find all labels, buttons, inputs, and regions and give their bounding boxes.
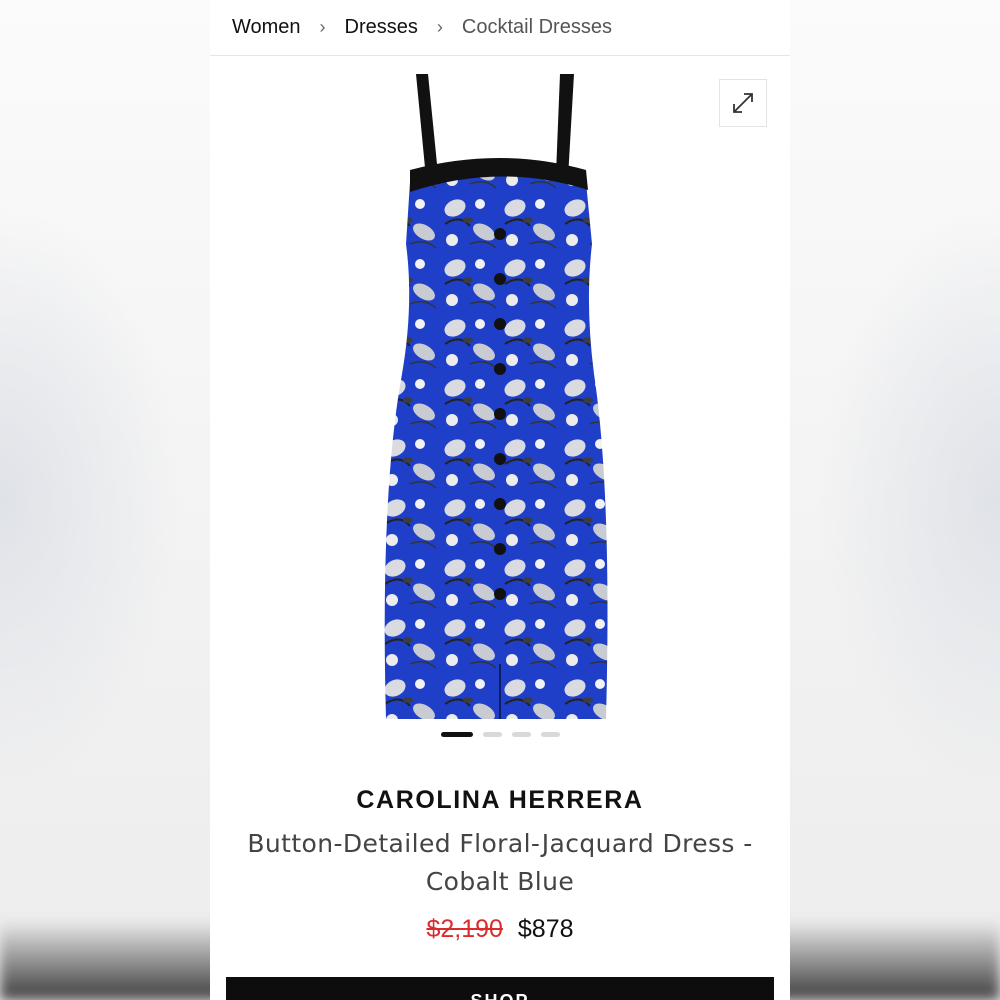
breadcrumb: Women › Dresses › Cocktail Dresses — [210, 0, 790, 56]
carousel-dot-active[interactable] — [440, 732, 473, 737]
carousel-dots — [210, 732, 790, 737]
breadcrumb-women[interactable]: Women — [232, 16, 301, 39]
chevron-right-icon: › — [436, 17, 443, 37]
product-image-gallery[interactable] — [210, 56, 790, 746]
product-card: Women › Dresses › Cocktail Dresses CAROL… — [210, 0, 790, 1000]
expand-arrows-icon — [733, 93, 753, 113]
price-block: $2,190 $878 — [210, 915, 790, 944]
carousel-dot[interactable] — [482, 732, 502, 737]
carousel-dot[interactable] — [540, 732, 560, 737]
dress-image[interactable] — [380, 74, 620, 724]
shop-button[interactable]: SHOP — [226, 977, 774, 1000]
breadcrumb-dresses[interactable]: Dresses — [345, 16, 418, 39]
carousel-dot[interactable] — [511, 732, 531, 737]
chevron-right-icon: › — [319, 17, 326, 37]
product-title: Button-Detailed Floral-Jacquard Dress - … — [247, 829, 753, 896]
sale-price: $878 — [517, 915, 574, 943]
expand-image-button[interactable] — [719, 79, 767, 127]
breadcrumb-cocktail-dresses[interactable]: Cocktail Dresses — [462, 16, 612, 39]
product-brand[interactable]: CAROLINA HERRERA — [210, 786, 790, 815]
original-price: $2,190 — [426, 915, 503, 943]
